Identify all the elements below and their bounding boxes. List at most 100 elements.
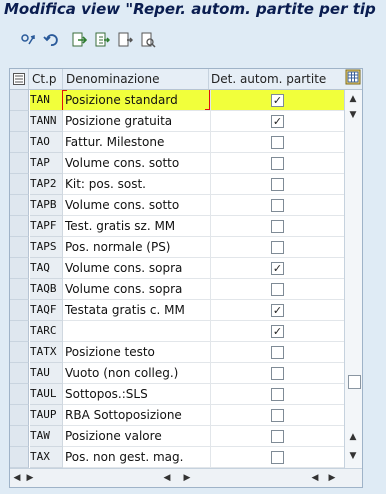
table-row[interactable]: TAP2 Kit: pos. sost.	[10, 174, 344, 195]
table-row[interactable]: TAU Vuoto (non colleg.)	[10, 363, 344, 384]
scroll-thumb[interactable]	[348, 375, 361, 389]
column-header-description[interactable]: Denominazione	[66, 69, 160, 89]
table-row[interactable]: TAO Fattur. Milestone	[10, 132, 344, 153]
auto-determination-checkbox[interactable]	[271, 241, 284, 254]
export-icon[interactable]	[70, 31, 88, 49]
description-cell[interactable]	[63, 321, 211, 342]
auto-determination-checkbox[interactable]	[271, 157, 284, 170]
type-code-cell[interactable]: TAPF	[30, 216, 63, 237]
undo-icon[interactable]	[42, 31, 60, 49]
row-selector[interactable]	[10, 300, 29, 321]
description-cell[interactable]: RBA Sottoposizione	[63, 405, 211, 426]
desc-scroll-right-icon[interactable]: ▶	[180, 471, 194, 485]
type-code-cell[interactable]: TAP	[30, 153, 63, 174]
description-cell[interactable]: Volume cons. sopra	[63, 258, 211, 279]
table-row[interactable]: TAN Posizione standard ✓	[10, 90, 344, 111]
row-selector[interactable]	[10, 384, 29, 405]
scroll-up-page-icon[interactable]: ▲	[347, 431, 359, 443]
type-code-cell[interactable]: TAX	[30, 447, 63, 468]
type-code-cell[interactable]: TAQB	[30, 279, 63, 300]
column-header-code[interactable]: Ct.p	[32, 69, 57, 89]
type-code-cell[interactable]: TATX	[30, 342, 63, 363]
row-selector[interactable]	[10, 279, 29, 300]
description-cell[interactable]: Volume cons. sotto	[63, 195, 211, 216]
type-code-cell[interactable]: TAUP	[30, 405, 63, 426]
scroll-down-icon[interactable]: ▼	[347, 450, 359, 462]
row-selector[interactable]	[10, 153, 29, 174]
auto-determination-checkbox[interactable]	[271, 367, 284, 380]
detail-icon[interactable]	[139, 31, 157, 49]
scroll-left-icon[interactable]: ◀	[10, 471, 24, 485]
table-row[interactable]: TAQ Volume cons. sopra ✓	[10, 258, 344, 279]
row-selector[interactable]	[10, 321, 29, 342]
row-selector[interactable]	[10, 342, 29, 363]
type-code-cell[interactable]: TAUL	[30, 384, 63, 405]
type-code-cell[interactable]: TAO	[30, 132, 63, 153]
table-row[interactable]: TAPS Pos. normale (PS)	[10, 237, 344, 258]
select-icon[interactable]	[116, 31, 134, 49]
type-code-cell[interactable]: TAU	[30, 363, 63, 384]
row-selector[interactable]	[10, 111, 29, 132]
auto-determination-checkbox[interactable]: ✓	[271, 94, 284, 107]
auto-determination-checkbox[interactable]	[271, 451, 284, 464]
auto-determination-checkbox[interactable]: ✓	[271, 262, 284, 275]
row-selector[interactable]	[10, 405, 29, 426]
type-code-cell[interactable]: TARC	[30, 321, 63, 342]
auto-determination-checkbox[interactable]	[271, 346, 284, 359]
type-code-cell[interactable]: TAPB	[30, 195, 63, 216]
description-cell[interactable]: Volume cons. sotto	[63, 153, 211, 174]
auto-scroll-right-icon[interactable]: ▶	[325, 471, 339, 485]
table-row[interactable]: TAUL Sottopos.:SLS	[10, 384, 344, 405]
column-header-auto-determination[interactable]: Det. autom. partite	[211, 69, 326, 89]
scroll-up-icon[interactable]: ▲	[347, 93, 359, 105]
description-cell[interactable]: Kit: pos. sost.	[63, 174, 211, 195]
table-row[interactable]: TAPF Test. gratis sz. MM	[10, 216, 344, 237]
auto-determination-checkbox[interactable]	[271, 178, 284, 191]
type-code-cell[interactable]: TANN	[30, 111, 63, 132]
auto-determination-checkbox[interactable]: ✓	[271, 325, 284, 338]
type-code-cell[interactable]: TAQF	[30, 300, 63, 321]
table-row[interactable]: TAPB Volume cons. sotto	[10, 195, 344, 216]
auto-determination-checkbox[interactable]	[271, 283, 284, 296]
table-row[interactable]: TATX Posizione testo	[10, 342, 344, 363]
row-selector[interactable]	[10, 195, 29, 216]
row-selector[interactable]	[10, 447, 29, 468]
auto-determination-checkbox[interactable]	[271, 388, 284, 401]
description-cell[interactable]: Sottopos.:SLS	[63, 384, 211, 405]
table-row[interactable]: TAUP RBA Sottoposizione	[10, 405, 344, 426]
table-row[interactable]: TAP Volume cons. sotto	[10, 153, 344, 174]
scroll-down-page-icon[interactable]: ▼	[347, 109, 359, 121]
description-cell[interactable]: Test. gratis sz. MM	[63, 216, 211, 237]
vertical-scrollbar[interactable]: ▲ ▼ ▲ ▼	[344, 90, 362, 468]
horizontal-scrollbar[interactable]: ◀ ▶ ◀ ▶ ◀ ▶	[10, 468, 362, 487]
auto-determination-checkbox[interactable]	[271, 430, 284, 443]
row-selector[interactable]	[10, 426, 29, 447]
auto-determination-checkbox[interactable]	[271, 409, 284, 422]
row-selector[interactable]	[10, 216, 29, 237]
description-cell[interactable]: Posizione testo	[63, 342, 211, 363]
row-selector[interactable]	[10, 363, 29, 384]
type-code-cell[interactable]: TAPS	[30, 237, 63, 258]
scroll-right-icon[interactable]: ▶	[23, 471, 37, 485]
description-cell[interactable]: Pos. normale (PS)	[63, 237, 211, 258]
auto-determination-checkbox[interactable]	[271, 199, 284, 212]
auto-determination-checkbox[interactable]: ✓	[271, 304, 284, 317]
display-change-icon[interactable]	[19, 31, 37, 49]
table-row[interactable]: TAX Pos. non gest. mag.	[10, 447, 344, 468]
description-cell[interactable]: Posizione valore	[63, 426, 211, 447]
auto-determination-checkbox[interactable]	[271, 220, 284, 233]
select-all-icon[interactable]	[10, 69, 29, 89]
row-selector[interactable]	[10, 237, 29, 258]
auto-scroll-left-icon[interactable]: ◀	[308, 471, 322, 485]
description-cell[interactable]: Fattur. Milestone	[63, 132, 211, 153]
move-icon[interactable]	[93, 31, 111, 49]
type-code-cell[interactable]: TAW	[30, 426, 63, 447]
table-row[interactable]: TAQF Testata gratis c. MM ✓	[10, 300, 344, 321]
row-selector[interactable]	[10, 174, 29, 195]
description-cell[interactable]: Volume cons. sopra	[63, 279, 211, 300]
table-row[interactable]: TAW Posizione valore	[10, 426, 344, 447]
auto-determination-checkbox[interactable]: ✓	[271, 115, 284, 128]
table-row[interactable]: TANN Posizione gratuita ✓	[10, 111, 344, 132]
desc-scroll-left-icon[interactable]: ◀	[160, 471, 174, 485]
table-settings-icon[interactable]	[345, 69, 361, 89]
